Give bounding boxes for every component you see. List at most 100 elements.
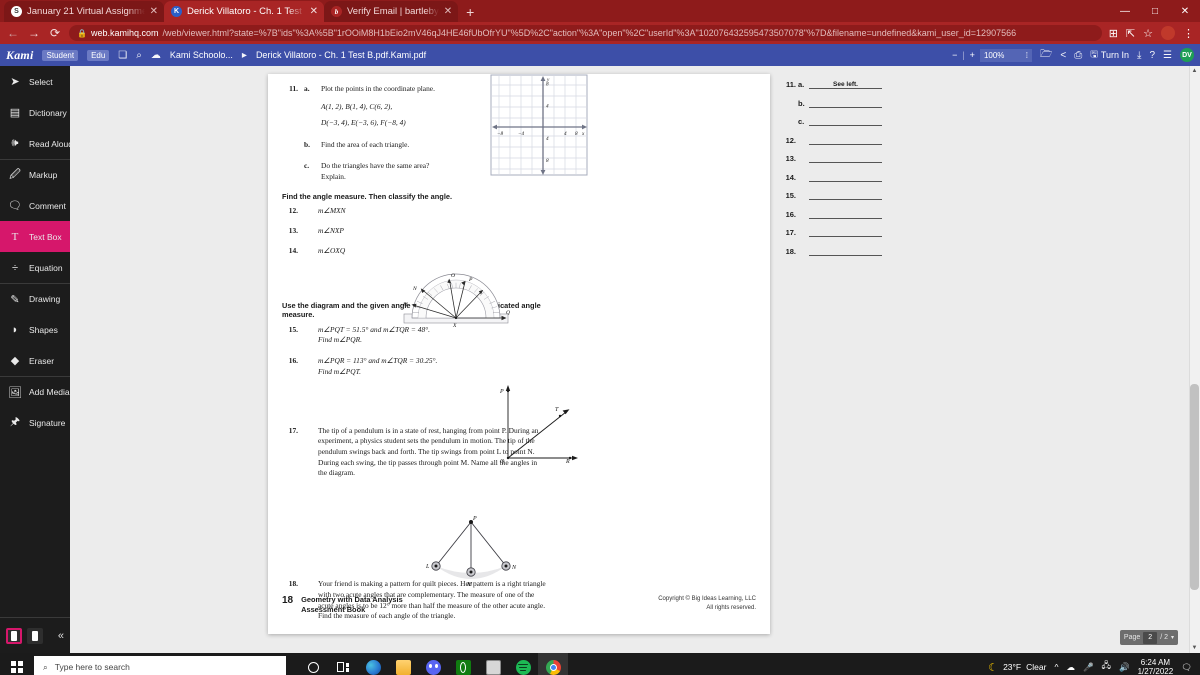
tool-dictionary[interactable]: ▤ Dictionary [0, 97, 70, 128]
answer-field[interactable] [809, 211, 882, 219]
cortana-circle-icon[interactable] [298, 653, 328, 675]
browser-tab-1[interactable]: S January 21 Virtual Assignment | S ✕ [4, 1, 164, 22]
search-icon[interactable]: ⌕ [136, 50, 142, 61]
document-viewport[interactable]: 11. a. Plot the points in the coordinate… [70, 66, 1200, 653]
scroll-down-arrow-icon[interactable]: ▼ [1190, 645, 1199, 651]
tool-shapes[interactable]: ◗ Shapes [0, 314, 70, 345]
address-bar[interactable]: 🔒 web.kamihq.com/web/viewer.html?state=%… [69, 25, 1102, 41]
search-input[interactable]: ⌕ Type here to search [34, 656, 286, 675]
breadcrumb-root[interactable]: Kami Schoolo... [170, 50, 233, 60]
tool-add-media[interactable]: 🖼 Add Media [0, 376, 70, 407]
answer-field[interactable] [809, 137, 882, 145]
network-icon[interactable]: 🖧 [1102, 660, 1111, 674]
tool-select[interactable]: ➤ Select [0, 66, 70, 97]
xbox-icon[interactable] [448, 653, 478, 675]
tool-label: Markup [29, 170, 58, 180]
chrome-icon[interactable] [538, 653, 568, 675]
task-view-icon[interactable] [328, 653, 358, 675]
collapse-sidebar-icon[interactable]: « [58, 630, 64, 642]
answer-field[interactable] [809, 174, 882, 182]
answer-row-11b[interactable]: b. [782, 99, 882, 108]
answer-row-11c[interactable]: c. [782, 117, 882, 126]
zoom-in-button[interactable]: + [970, 50, 975, 60]
microphone-icon[interactable]: 🎤 [1083, 662, 1094, 673]
clock[interactable]: 6:24 AM 1/27/2022 [1138, 658, 1174, 675]
answer-row-13[interactable]: 13. [782, 154, 882, 163]
answer-row-18[interactable]: 18. [782, 247, 882, 256]
new-tab-button[interactable]: + [458, 4, 482, 22]
help-icon[interactable]: ? [1149, 50, 1155, 61]
answer-row-11a[interactable]: 11. a. See left. [782, 80, 882, 89]
share-icon[interactable]: ⇱ [1126, 27, 1135, 40]
tool-read-aloud[interactable]: 🕪 Read Aloud [0, 128, 73, 159]
answer-field[interactable] [809, 229, 882, 237]
tool-markup[interactable]: 🖉 Markup [0, 159, 70, 190]
chrome-menu-icon[interactable]: ⋮ [1183, 27, 1194, 40]
close-window-button[interactable]: ✕ [1170, 0, 1200, 22]
scrollbar-thumb[interactable] [1190, 384, 1199, 590]
tray-expand-chevron-icon[interactable]: ^ [1054, 662, 1058, 672]
reload-icon[interactable]: ⟳ [48, 26, 62, 40]
tool-text-box[interactable]: T Text Box [0, 221, 70, 252]
close-icon[interactable]: ✕ [310, 6, 318, 17]
answer-row-17[interactable]: 17. [782, 228, 882, 237]
chevron-down-icon[interactable]: ⁞ [1026, 51, 1028, 60]
star-icon[interactable]: ☆ [1143, 27, 1153, 40]
answer-field[interactable] [809, 118, 882, 126]
hamburger-menu-icon[interactable]: ☰ [1163, 50, 1172, 61]
zoom-out-button[interactable]: − [952, 50, 957, 60]
answer-field[interactable]: See left. [809, 81, 882, 89]
calculator-icon[interactable] [478, 653, 508, 675]
omnibox-bar: ← → ⟳ 🔒 web.kamihq.com/web/viewer.html?s… [0, 22, 1200, 44]
chevron-down-icon[interactable]: ▾ [1171, 634, 1174, 641]
edge-icon[interactable] [358, 653, 388, 675]
onedrive-icon[interactable]: ☁ [1066, 662, 1075, 673]
tool-comment[interactable]: 🗨 Comment [0, 190, 70, 221]
answer-field[interactable] [809, 100, 882, 108]
download-icon[interactable]: ⤓ [1137, 50, 1141, 61]
single-page-view-icon[interactable] [6, 627, 22, 644]
minimize-button[interactable]: — [1110, 0, 1140, 22]
close-icon[interactable]: ✕ [150, 6, 158, 17]
page-navigator[interactable]: Page 2 / 2 ▾ [1119, 630, 1178, 645]
windows-start-icon[interactable] [0, 661, 34, 673]
action-center-icon[interactable]: 🗨 [1181, 662, 1192, 673]
page-number-input[interactable]: 2 [1143, 631, 1158, 644]
answer-row-14[interactable]: 14. [782, 173, 882, 182]
forward-icon[interactable]: → [27, 26, 41, 40]
answer-field[interactable] [809, 155, 882, 163]
file-explorer-icon[interactable] [388, 653, 418, 675]
split-view-icon[interactable]: ❏ [118, 50, 127, 61]
turn-in-button[interactable]: 🖫 Turn In [1090, 47, 1129, 63]
answer-row-16[interactable]: 16. [782, 210, 882, 219]
back-icon[interactable]: ← [6, 26, 20, 40]
answer-field[interactable] [809, 248, 882, 256]
answer-field[interactable] [809, 192, 882, 200]
tool-equation[interactable]: ÷ Equation [0, 252, 70, 283]
folder-icon[interactable]: 🗁 [1040, 47, 1052, 64]
zoom-level-input[interactable]: 100% ⁞ [979, 48, 1032, 62]
tool-drawing[interactable]: ✎ Drawing [0, 283, 70, 314]
tool-eraser[interactable]: ◆ Eraser [0, 345, 70, 376]
kami-logo: Kami [6, 47, 34, 62]
answer-row-12[interactable]: 12. [782, 136, 882, 145]
vertical-scrollbar[interactable]: ▲ ▼ [1189, 66, 1200, 653]
profile-avatar-icon[interactable] [1161, 26, 1175, 40]
question-number: 17. [288, 425, 298, 435]
extension-icon[interactable]: ⊞ [1109, 27, 1118, 40]
spotify-icon[interactable] [508, 653, 538, 675]
avatar[interactable]: DV [1180, 48, 1194, 62]
volume-icon[interactable]: 🔊 [1119, 662, 1130, 673]
browser-tab-2[interactable]: K Derick Villatoro - Ch. 1 Test B.pdf ✕ [164, 1, 324, 22]
print-icon[interactable]: ⎙ [1074, 50, 1082, 61]
answer-row-15[interactable]: 15. [782, 191, 882, 200]
discord-icon[interactable] [418, 653, 448, 675]
close-icon[interactable]: ✕ [444, 6, 452, 17]
maximize-button[interactable]: □ [1140, 0, 1170, 22]
share-icon[interactable]: < [1060, 50, 1066, 61]
weather-widget[interactable]: ☾ 23°F Clear [988, 661, 1046, 674]
scroll-up-arrow-icon[interactable]: ▲ [1190, 68, 1199, 74]
tool-signature[interactable]: 🖈 Signature [0, 407, 70, 438]
browser-tab-3[interactable]: b Verify Email | bartleby ✕ [324, 1, 459, 22]
thumbnail-view-icon[interactable] [27, 627, 43, 644]
